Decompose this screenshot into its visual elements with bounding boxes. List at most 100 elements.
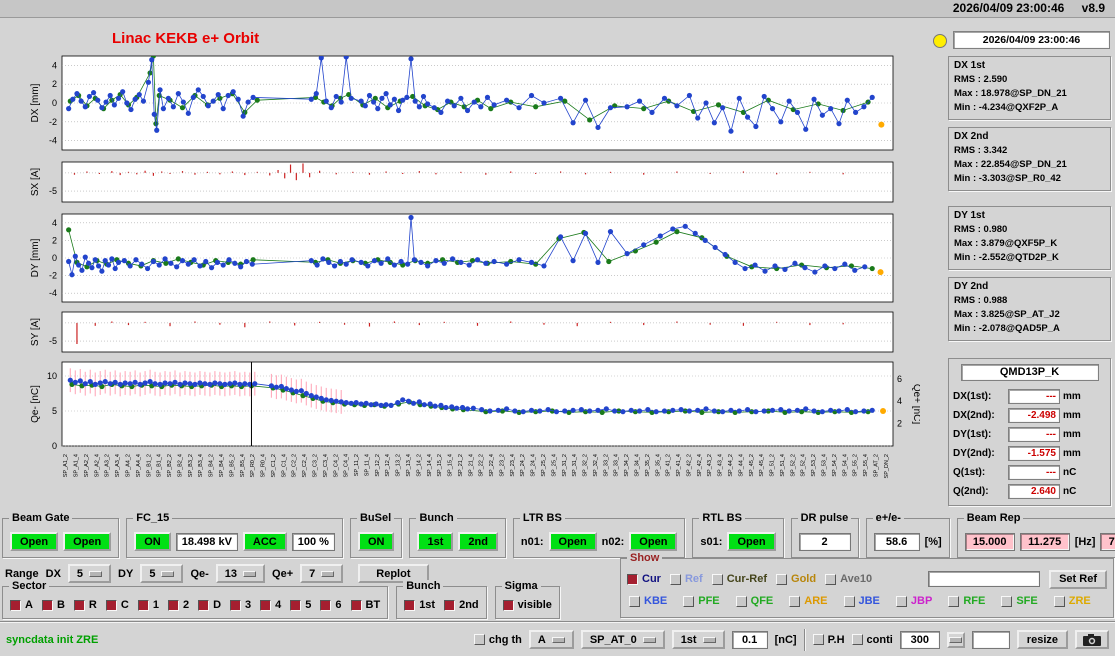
interval-field[interactable]: 300 xyxy=(899,630,940,649)
mode-select[interactable]: A xyxy=(528,630,574,649)
svg-text:0: 0 xyxy=(52,253,57,263)
checkbox-box xyxy=(669,573,681,585)
ltr-n01-open-button[interactable]: Open xyxy=(548,532,597,551)
rtl-s01-open-button[interactable]: Open xyxy=(727,532,776,551)
beam-gate-open-button-2[interactable]: Open xyxy=(63,532,112,551)
checkbox-5[interactable]: 5 xyxy=(290,599,311,611)
checkbox-box xyxy=(444,599,456,611)
snapshot-button[interactable] xyxy=(1075,630,1109,649)
show-row1-items: Cur Ref Cur-Ref Gold Ave10 xyxy=(627,573,872,585)
checkbox-2nd[interactable]: 2nd xyxy=(444,599,479,611)
resize-button[interactable]: resize xyxy=(1016,630,1068,649)
checkbox-cur[interactable]: Cur xyxy=(627,573,661,585)
checkbox-b[interactable]: B xyxy=(41,599,65,611)
checkbox-rfe[interactable]: RFE xyxy=(948,595,985,607)
bunch-label: Bunch xyxy=(416,512,457,524)
set-ref-button[interactable]: Set Ref xyxy=(1049,569,1107,589)
fc15-kv-field[interactable]: 18.498 kV xyxy=(175,532,238,551)
aux-field[interactable] xyxy=(971,630,1010,649)
beam-gate-open-button-1[interactable]: Open xyxy=(10,532,59,551)
range-dy-select[interactable]: 5 xyxy=(140,564,184,583)
beam-rep-group: Beam Rep 15.000 11.275 [Hz] 75.167 [%] xyxy=(956,512,1115,558)
chg-th-checkbox[interactable]: chg th xyxy=(473,634,522,646)
checkbox-sfe[interactable]: SFE xyxy=(1001,595,1038,607)
checkbox-gold[interactable]: Gold xyxy=(776,573,816,585)
rtl-bs-label: RTL BS xyxy=(699,512,745,524)
range-qep-select[interactable]: 7 xyxy=(300,564,344,583)
ph-checkbox[interactable]: P.H xyxy=(812,634,845,646)
range-dy-label: DY xyxy=(118,567,134,580)
checkbox-cur-ref[interactable]: Cur-Ref xyxy=(711,573,767,585)
checkbox-c[interactable]: C xyxy=(105,599,129,611)
range-qem-select[interactable]: 13 xyxy=(215,564,266,583)
checkbox-bt[interactable]: BT xyxy=(350,599,380,611)
checkbox-3[interactable]: 3 xyxy=(230,599,251,611)
fc15-on-button[interactable]: ON xyxy=(134,532,171,551)
checkbox-are[interactable]: ARE xyxy=(789,595,828,607)
bpm-name-select[interactable]: SP_AT_0 xyxy=(580,630,665,649)
checkbox-label: C xyxy=(120,599,129,611)
svg-text:SP_31_4: SP_31_4 xyxy=(572,454,578,477)
option-dash-icon xyxy=(321,570,335,577)
checkbox-4[interactable]: 4 xyxy=(260,599,281,611)
fc15-acc-button[interactable]: ACC xyxy=(242,532,287,551)
checkbox-label: ARE xyxy=(804,595,828,607)
fc15-percent-field[interactable]: 100 % xyxy=(291,532,335,551)
threshold-field[interactable]: 0.1 xyxy=(731,630,768,649)
checkbox-d[interactable]: D xyxy=(198,599,221,611)
svg-text:SP_25_2: SP_25_2 xyxy=(541,454,547,477)
checkbox-box xyxy=(41,599,53,611)
rtl-s01-label: s01: xyxy=(700,535,723,548)
ltr-n02-open-button[interactable]: Open xyxy=(629,532,678,551)
checkbox-a[interactable]: A xyxy=(10,599,33,611)
bunch-1st-button[interactable]: 1st xyxy=(417,532,454,551)
checkbox-r[interactable]: R xyxy=(73,599,97,611)
checkbox-zre[interactable]: ZRE xyxy=(1053,595,1091,607)
show-row-2: KBE PFE QFE ARE JBE JBP RFE SFE ZRE xyxy=(627,590,1107,612)
bunch-2nd-button[interactable]: 2nd xyxy=(458,532,498,551)
svg-text:SP_A4_2: SP_A4_2 xyxy=(126,454,132,477)
range-label: Range xyxy=(5,567,39,580)
svg-text:SY [A]: SY [A] xyxy=(30,318,41,346)
dr-pulse-field[interactable]: 2 xyxy=(798,532,851,551)
camera-icon xyxy=(1083,633,1101,646)
checkbox-label: D xyxy=(213,599,222,611)
fc15-label: FC_15 xyxy=(133,512,173,524)
conti-checkbox[interactable]: conti xyxy=(851,634,893,646)
dr-pulse-group: DR pulse 2 xyxy=(790,512,859,558)
checkbox-qfe[interactable]: QFE xyxy=(735,595,773,607)
checkbox-2[interactable]: 2 xyxy=(167,599,189,611)
checkbox-label: R xyxy=(88,599,97,611)
svg-text:SP_A1_2: SP_A1_2 xyxy=(63,454,69,477)
svg-text:-5: -5 xyxy=(49,186,57,196)
option-dash-icon xyxy=(161,570,175,577)
bpm-row-label: DX(1st): xyxy=(953,391,992,402)
svg-text:SP_13_2: SP_13_2 xyxy=(396,454,402,477)
beam-controls-row: Beam Gate Open Open FC_15 ON 18.498 kV A… xyxy=(2,512,1115,558)
checkbox-box xyxy=(73,599,85,611)
checkbox-box xyxy=(825,573,837,585)
checkbox-ave10[interactable]: Ave10 xyxy=(825,573,872,585)
bpm-name-field[interactable]: QMD13P_K xyxy=(960,364,1099,381)
checkbox-ref[interactable]: Ref xyxy=(669,573,703,585)
ref-name-input[interactable] xyxy=(928,571,1041,587)
checkbox-pfe[interactable]: PFE xyxy=(683,595,720,607)
range-dx-select[interactable]: 5 xyxy=(67,564,112,583)
checkbox-1st[interactable]: 1st xyxy=(404,599,435,611)
checkbox-label: Gold xyxy=(791,573,817,585)
bpm-row-unit: mm xyxy=(1063,429,1081,440)
svg-text:10: 10 xyxy=(47,371,57,381)
bunch-number-select[interactable]: 1st xyxy=(671,630,725,649)
checkbox-6[interactable]: 6 xyxy=(320,599,342,611)
checkbox-jbe[interactable]: JBE xyxy=(843,595,880,607)
checkbox-visible[interactable]: visible xyxy=(502,599,552,611)
checkbox-jbp[interactable]: JBP xyxy=(895,595,932,607)
interval-select[interactable] xyxy=(946,631,965,648)
busel-on-button[interactable]: ON xyxy=(357,532,395,551)
checkbox-label: Cur xyxy=(642,573,661,585)
checkbox-kbe[interactable]: KBE xyxy=(629,595,667,607)
stats-boxes: DX 1st RMS : 2.590 Max : 18.978@SP_DN_21 Mi… xyxy=(948,56,1111,348)
svg-text:SP_32_4: SP_32_4 xyxy=(593,454,599,477)
epe-ratio-field[interactable]: 58.6 xyxy=(873,532,920,551)
checkbox-1[interactable]: 1 xyxy=(137,599,159,611)
